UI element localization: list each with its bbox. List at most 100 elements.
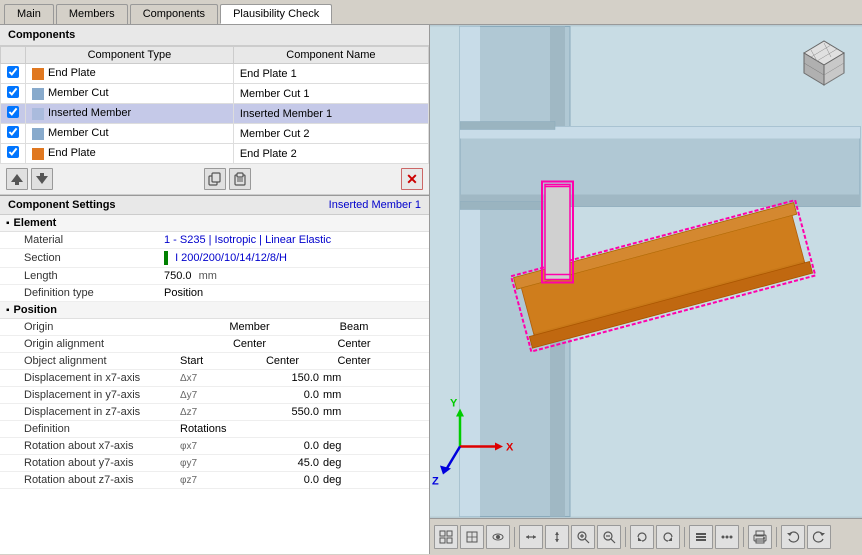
vp-btn-box[interactable] (460, 525, 484, 549)
element-properties: Material 1 - S235 | Isotropic | Linear E… (0, 232, 429, 302)
pos-disp-y-unit: mm (319, 387, 385, 404)
nav-cube[interactable] (794, 33, 854, 93)
vp-btn-eye[interactable] (486, 525, 510, 549)
pos-origin-align-label: Origin alignment (0, 336, 176, 353)
vp-separator-5 (776, 527, 777, 547)
pos-object-align-beam: Center (319, 353, 385, 370)
tab-main[interactable]: Main (4, 4, 54, 24)
pos-origin-label: Origin (0, 319, 176, 336)
position-group-header[interactable]: ▪ Position (0, 302, 429, 319)
prop-deftype-value: Position (160, 285, 429, 302)
prop-deftype-label: Definition type (0, 285, 160, 302)
type-color-box (32, 68, 44, 80)
pos-origin-align-beam: Center (319, 336, 385, 353)
vp-btn-layers[interactable] (689, 525, 713, 549)
row-name: Inserted Member 1 (233, 104, 428, 124)
pos-object-align-label: Object alignment (0, 353, 176, 370)
vp-btn-fit-v[interactable] (545, 525, 569, 549)
vp-btn-zoom-in[interactable] (571, 525, 595, 549)
row-type: Inserted Member (26, 104, 234, 124)
row-checkbox-cell[interactable] (1, 144, 26, 164)
tab-plausibility[interactable]: Plausibility Check (220, 4, 332, 24)
vp-btn-rotate-cw[interactable] (630, 525, 654, 549)
pos-rot-z: Rotation about z7-axis φz7 0.0 deg (0, 472, 429, 489)
prop-length: Length 750.0 mm (0, 268, 429, 285)
pos-disp-x-val[interactable]: 150.0 (242, 370, 319, 387)
vp-btn-zoom-out[interactable] (597, 525, 621, 549)
components-header: Components (0, 25, 429, 46)
row-checkbox[interactable] (7, 66, 19, 78)
prop-material: Material 1 - S235 | Isotropic | Linear E… (0, 232, 429, 249)
pos-beam-header: Beam (319, 319, 385, 336)
vp-btn-more[interactable] (715, 525, 739, 549)
tab-components[interactable]: Components (130, 4, 218, 24)
viewport[interactable]: Y X Z (430, 25, 862, 518)
pos-disp-y-sub: Δy7 (176, 387, 242, 404)
pos-disp-y-val[interactable]: 0.0 (242, 387, 319, 404)
prop-material-value[interactable]: 1 - S235 | Isotropic | Linear Elastic (160, 232, 429, 249)
paste-button[interactable] (229, 168, 251, 190)
row-checkbox-cell[interactable] (1, 124, 26, 144)
prop-section-label: Section (0, 249, 160, 268)
row-checkbox[interactable] (7, 106, 19, 118)
component-toolbar: ✕ (0, 164, 429, 195)
pos-rot-x-sub: φx7 (176, 438, 242, 455)
tabs-bar: Main Members Components Plausibility Che… (0, 0, 862, 25)
component-row[interactable]: End Plate End Plate 2 (1, 144, 429, 164)
vp-separator-4 (743, 527, 744, 547)
prop-length-label: Length (0, 268, 160, 285)
pos-rot-y-val[interactable]: 45.0 (242, 455, 319, 472)
component-row[interactable]: Member Cut Member Cut 2 (1, 124, 429, 144)
type-color-box (32, 148, 44, 160)
pos-origin-header: Origin Member Beam (0, 319, 429, 336)
pos-rot-y-sub: φy7 (176, 455, 242, 472)
row-checkbox[interactable] (7, 86, 19, 98)
pos-rot-x-label: Rotation about x7-axis (0, 438, 176, 455)
pos-origin-align: Origin alignment Center Center (0, 336, 429, 353)
row-checkbox-cell[interactable] (1, 84, 26, 104)
vp-btn-redo[interactable] (807, 525, 831, 549)
element-group-header[interactable]: ▪ Element (0, 215, 429, 232)
row-type: Member Cut (26, 84, 234, 104)
vp-btn-grid[interactable] (434, 525, 458, 549)
position-toggle-icon: ▪ (6, 305, 10, 316)
pos-disp-x-sub: Δx7 (176, 370, 242, 387)
move-up-button[interactable] (6, 168, 28, 190)
pos-disp-x-label: Displacement in x7-axis (0, 370, 176, 387)
prop-section-value[interactable]: I 200/200/10/14/12/8/H (160, 249, 429, 268)
row-name: Member Cut 1 (233, 84, 428, 104)
right-panel: Y X Z (430, 25, 862, 554)
vp-btn-rotate-ccw[interactable] (656, 525, 680, 549)
pos-member-header: Member (176, 319, 319, 336)
move-down-button[interactable] (31, 168, 53, 190)
vp-btn-undo[interactable] (781, 525, 805, 549)
col-type-header: Component Type (26, 47, 234, 64)
copy-button[interactable] (204, 168, 226, 190)
vp-btn-fit-h[interactable] (519, 525, 543, 549)
pos-rot-z-sub: φz7 (176, 472, 242, 489)
settings-title: Component Settings (8, 199, 116, 211)
row-name: End Plate 1 (233, 64, 428, 84)
pos-rot-z-unit: deg (319, 472, 385, 489)
pos-disp-z-val[interactable]: 550.0 (242, 404, 319, 421)
pos-rot-x: Rotation about x7-axis φx7 0.0 deg (0, 438, 429, 455)
component-row[interactable]: Inserted Member Inserted Member 1 (1, 104, 429, 124)
pos-rot-z-label: Rotation about z7-axis (0, 472, 176, 489)
delete-button[interactable]: ✕ (401, 168, 423, 190)
pos-rot-z-val[interactable]: 0.0 (242, 472, 319, 489)
row-checkbox-cell[interactable] (1, 64, 26, 84)
tab-members[interactable]: Members (56, 4, 128, 24)
pos-disp-x-unit: mm (319, 370, 385, 387)
row-checkbox[interactable] (7, 126, 19, 138)
left-panel: Components Component Type Component Name… (0, 25, 430, 554)
component-row[interactable]: End Plate End Plate 1 (1, 64, 429, 84)
pos-definition: Definition Rotations (0, 421, 429, 438)
type-color-box (32, 128, 44, 140)
element-toggle-icon: ▪ (6, 218, 10, 229)
pos-rot-x-val[interactable]: 0.0 (242, 438, 319, 455)
vp-btn-print[interactable] (748, 525, 772, 549)
row-checkbox-cell[interactable] (1, 104, 26, 124)
component-row[interactable]: Member Cut Member Cut 1 (1, 84, 429, 104)
pos-disp-z-label: Displacement in z7-axis (0, 404, 176, 421)
row-checkbox[interactable] (7, 146, 19, 158)
